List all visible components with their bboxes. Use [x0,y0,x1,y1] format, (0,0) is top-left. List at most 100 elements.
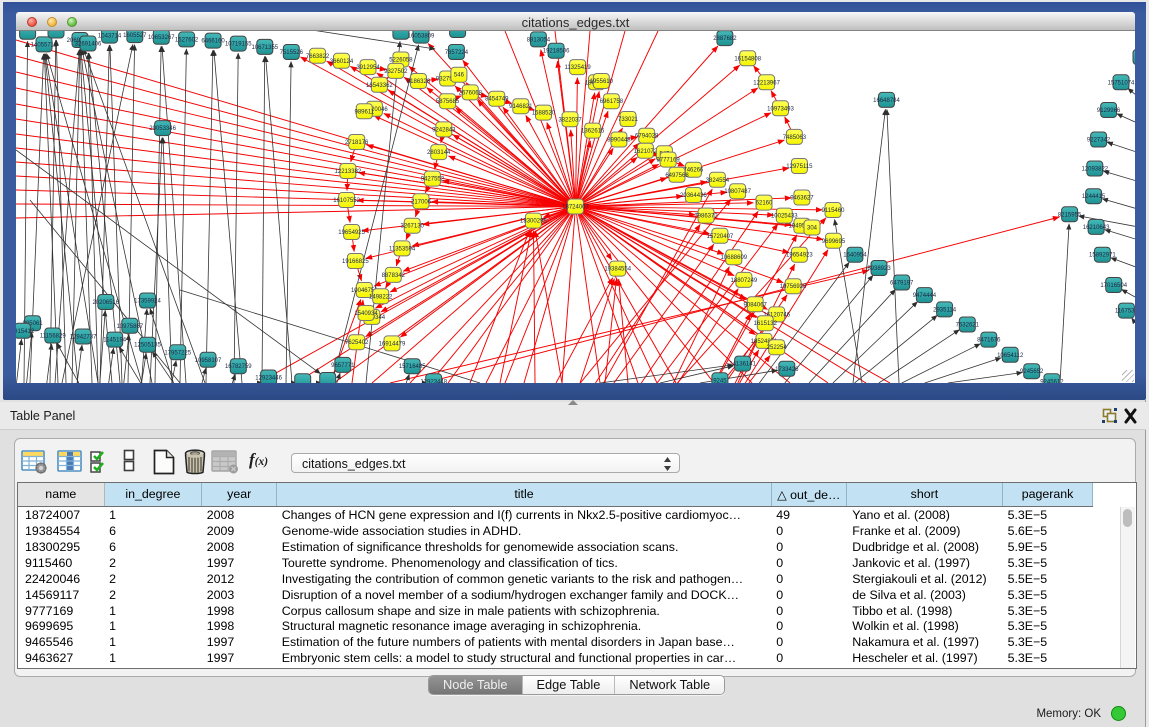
svg-text:10807487: 10807487 [724,189,751,195]
svg-text:18724007: 18724007 [562,205,589,211]
svg-text:16210643: 16210643 [1083,225,1110,231]
svg-text:16782759: 16782759 [225,364,252,370]
svg-text:5875685: 5875685 [436,99,460,105]
svg-text:10654112: 10654112 [997,353,1024,359]
svg-text:9427552: 9427552 [421,177,445,183]
svg-text:19218506: 19218506 [543,49,570,55]
svg-text:9146821: 9146821 [509,104,533,110]
svg-text:10973493: 10973493 [767,106,794,112]
svg-text:9245652: 9245652 [1020,369,1044,375]
svg-text:2935114: 2935114 [933,307,957,313]
svg-text:19654923: 19654923 [786,253,813,259]
svg-text:20364436: 20364436 [680,193,707,199]
svg-text:9657771: 9657771 [331,363,355,369]
svg-text:1540934: 1540934 [354,311,378,317]
svg-text:19756928: 19756928 [780,284,807,290]
svg-text:16053809: 16053809 [408,34,435,40]
svg-text:9115460: 9115460 [822,208,846,214]
svg-text:9084067: 9084067 [744,302,768,308]
svg-text:989611: 989611 [355,109,375,115]
svg-text:8813054: 8813054 [527,37,551,43]
svg-text:19654925: 19654925 [338,230,365,236]
svg-text:6961758: 6961758 [600,99,624,105]
svg-text:10958107: 10958107 [195,358,222,364]
svg-text:6466160: 6466160 [201,39,225,45]
svg-text:9129966: 9129966 [1097,108,1121,114]
svg-text:32691406: 32691406 [75,42,102,48]
svg-text:9227342: 9227342 [1087,138,1111,144]
svg-text:16914479: 16914479 [379,341,406,347]
svg-text:16648784: 16648784 [873,98,900,104]
svg-text:1621072: 1621072 [634,149,658,155]
svg-text:10671355: 10671355 [251,45,278,51]
svg-text:16107552: 16107552 [333,198,360,204]
svg-text:8454749: 8454749 [485,97,509,103]
svg-text:10688609: 10688609 [720,255,747,261]
svg-text:6479197: 6479197 [890,281,914,287]
svg-text:1498222: 1498222 [369,294,393,300]
svg-text:7986372: 7986372 [694,214,718,220]
svg-text:12093822: 12093822 [1081,167,1108,173]
svg-text:7485063: 7485063 [783,135,807,141]
svg-text:1362615: 1362615 [581,129,605,135]
svg-text:19384554: 19384554 [604,267,631,273]
svg-text:12505135: 12505135 [134,343,161,349]
svg-text:2887682: 2887682 [713,36,737,42]
svg-text:3267130: 3267130 [401,224,425,230]
svg-text:15716485: 15716485 [399,364,426,370]
svg-text:15720407: 15720407 [707,234,734,240]
svg-text:9463627: 9463627 [790,196,814,202]
svg-text:8186328: 8186328 [407,79,431,85]
svg-text:7625402: 7625402 [345,340,369,346]
svg-text:12975115: 12975115 [786,164,813,170]
svg-text:1955610: 1955610 [590,79,614,85]
svg-text:10975867: 10975867 [116,324,143,330]
svg-text:6794028: 6794028 [635,134,659,140]
svg-text:17359924: 17359924 [134,299,161,305]
svg-text:1605527: 1605527 [123,33,147,39]
svg-text:12942737: 12942737 [70,335,97,341]
svg-text:2676068: 2676068 [459,90,483,96]
svg-text:20053346: 20053346 [149,126,176,132]
svg-text:5226058: 5226058 [389,58,413,64]
svg-text:1640954: 1640954 [843,253,867,259]
svg-text:9474444: 9474444 [913,293,937,299]
svg-text:252254: 252254 [767,345,788,351]
svg-text:1733426: 1733426 [775,367,799,373]
svg-text:8938923: 8938923 [867,266,891,272]
svg-text:12213382: 12213382 [335,169,362,175]
svg-text:17957225: 17957225 [164,350,191,356]
svg-text:14136141: 14136141 [729,362,756,368]
svg-text:9327502: 9327502 [384,69,408,75]
svg-text:304: 304 [807,226,818,232]
svg-text:1145194: 1145194 [103,338,127,344]
svg-text:1527602: 1527602 [175,37,199,43]
svg-text:16543362: 16543362 [366,83,393,89]
svg-text:8878342: 8878342 [382,273,406,279]
svg-text:11156829: 11156829 [40,334,66,340]
svg-text:9777169: 9777169 [656,158,680,164]
svg-text:733021: 733021 [618,117,639,123]
svg-text:3822037: 3822037 [558,117,582,123]
svg-text:12923446: 12923446 [255,376,282,382]
svg-text:20206516: 20206516 [92,300,119,306]
svg-text:14055712: 14055712 [31,42,58,48]
svg-text:9242843: 9242843 [432,127,456,133]
svg-text:6497568: 6497568 [665,173,689,179]
svg-text:8215955: 8215955 [1058,212,1082,218]
svg-text:17016504: 17016504 [1100,283,1127,289]
svg-text:3660124: 3660124 [330,59,354,65]
svg-text:18300295: 18300295 [520,219,547,225]
svg-text:62160: 62160 [756,201,773,207]
svg-text:7515526: 7515526 [280,50,304,56]
svg-text:11353594: 11353594 [389,246,416,252]
svg-text:3824554: 3824554 [706,178,730,184]
svg-text:3912954: 3912954 [356,65,380,71]
svg-text:15751074: 15751074 [1108,80,1135,86]
svg-text:9699695: 9699695 [822,239,846,245]
svg-text:8990448: 8990448 [607,138,631,144]
svg-text:7857224: 7857224 [445,50,469,56]
svg-text:9245612: 9245612 [1040,379,1064,383]
svg-text:10719155: 10719155 [225,42,252,48]
svg-text:15892971: 15892971 [1089,253,1116,259]
